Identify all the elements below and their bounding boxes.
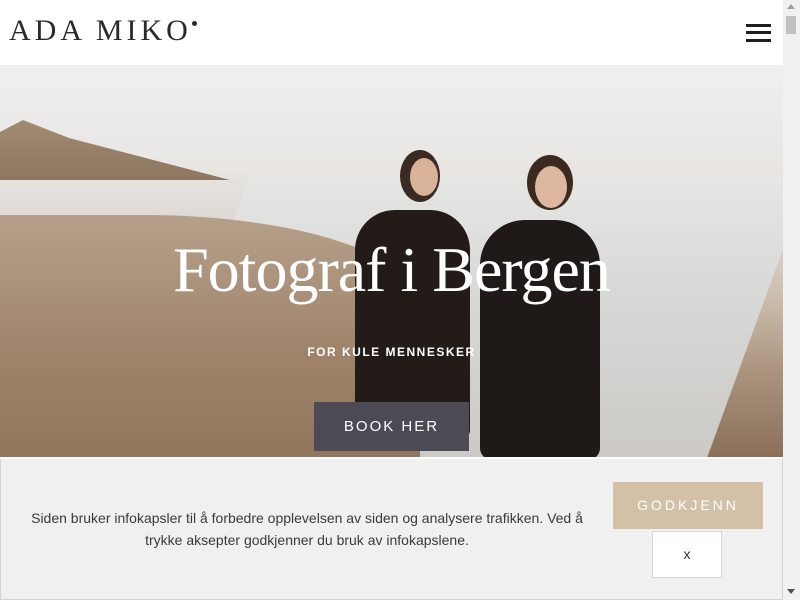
scroll-down-icon[interactable] xyxy=(787,589,795,594)
hero-image-person-face xyxy=(410,158,438,196)
scroll-up-icon[interactable] xyxy=(787,4,795,9)
scroll-thumb[interactable] xyxy=(786,16,796,34)
hero-section: Fotograf i Bergen FOR KULE MENNESKER BOO… xyxy=(0,65,783,457)
hero-subtitle: FOR KULE MENNESKER xyxy=(307,345,476,359)
cookie-banner: Siden bruker infokapsler til å forbedre … xyxy=(0,459,783,600)
site-header: ADA MIKO xyxy=(0,0,783,65)
close-banner-button[interactable]: x xyxy=(652,531,722,578)
site-logo[interactable]: ADA MIKO xyxy=(9,14,197,48)
accept-cookies-button[interactable]: GODKJENN xyxy=(613,482,763,529)
hero-title: Fotograf i Bergen xyxy=(173,234,611,305)
logo-dot-icon xyxy=(191,21,197,26)
hamburger-menu-icon[interactable] xyxy=(744,22,772,44)
logo-text: ADA MIKO xyxy=(9,14,192,47)
hero-image-dunes xyxy=(0,120,230,180)
menu-line xyxy=(746,31,771,34)
hero-image-person-face xyxy=(535,166,567,208)
menu-line xyxy=(746,24,771,27)
page-scrollbar[interactable] xyxy=(783,0,800,600)
cookie-message: Siden bruker infokapsler til å forbedre … xyxy=(31,510,583,548)
menu-line xyxy=(746,39,771,42)
book-button[interactable]: BOOK HER xyxy=(314,402,469,451)
